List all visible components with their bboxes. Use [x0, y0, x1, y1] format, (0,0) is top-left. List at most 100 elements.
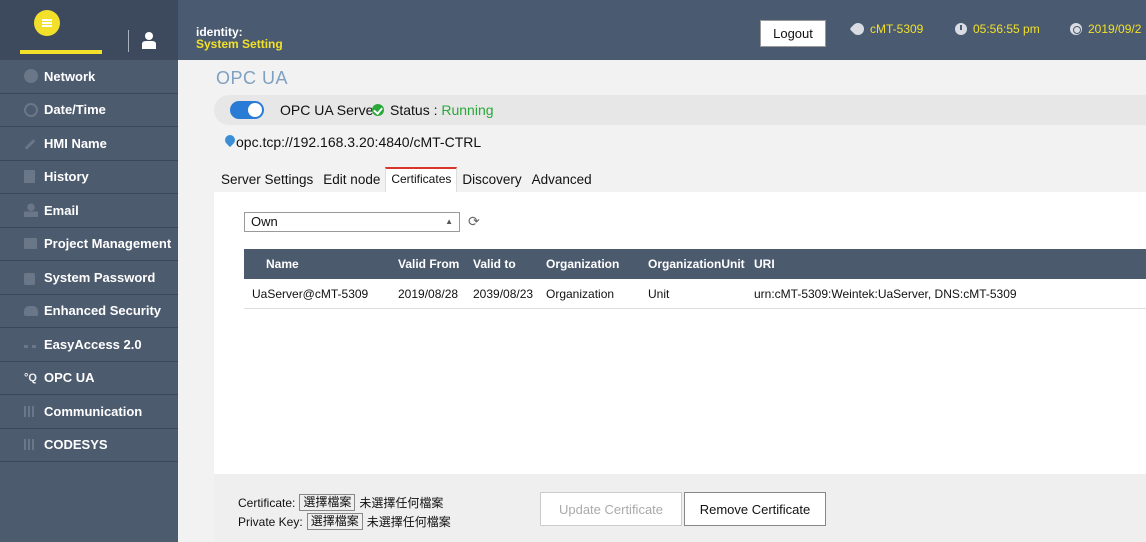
- logout-button[interactable]: Logout: [760, 20, 826, 47]
- header-left-panel: [0, 0, 178, 60]
- server-label: OPC UA Server: [280, 102, 379, 118]
- sidebar-item-history[interactable]: History: [0, 161, 178, 194]
- cell-name: UaServer@cMT-5309: [252, 286, 369, 301]
- status-text: Status : Running: [390, 102, 494, 118]
- opcua-icon: °Q: [24, 371, 37, 384]
- sidebar-item-easyaccess[interactable]: EasyAccess 2.0: [0, 328, 178, 362]
- time-value: 05:56:55 pm: [973, 22, 1040, 36]
- sidebar-item-label: EasyAccess 2.0: [44, 336, 142, 352]
- server-status-bar: OPC UA Server Status : Running: [214, 95, 1146, 125]
- sidebar-item-label: Enhanced Security: [44, 303, 162, 319]
- tab-discovery[interactable]: Discovery: [457, 167, 526, 192]
- identity-value: System Setting: [196, 37, 283, 51]
- private-key-file-status: 未選擇任何檔案: [366, 515, 451, 529]
- col-header-org-unit[interactable]: OrganizationUnit: [648, 257, 754, 271]
- date-value: 2019/09/2: [1088, 22, 1142, 36]
- sidebar-item-system-password[interactable]: System Password: [0, 261, 178, 295]
- tab-server-settings[interactable]: Server Settings: [216, 167, 318, 192]
- sidebar-item-codesys[interactable]: CODESYS: [0, 429, 178, 462]
- remove-certificate-button[interactable]: Remove Certificate: [684, 492, 826, 526]
- sidebar-item-label: CODESYS: [44, 437, 108, 453]
- check-circle-icon: [372, 104, 384, 116]
- sidebar-item-label: Project Management: [44, 236, 172, 252]
- sidebar-item-opc-ua[interactable]: °Q OPC UA: [0, 362, 178, 395]
- tab-edit-node[interactable]: Edit node: [318, 167, 385, 192]
- private-key-label: Private Key:: [238, 514, 303, 529]
- user-icon[interactable]: [142, 31, 156, 49]
- cell-uri: urn:cMT-5309:Weintek:UaServer, DNS:cMT-5…: [754, 286, 1017, 301]
- cell-org-unit: Unit: [648, 286, 670, 301]
- sidebar-item-datetime[interactable]: Date/Time: [0, 94, 178, 127]
- private-key-file-button[interactable]: 選擇檔案: [306, 513, 363, 530]
- update-certificate-button[interactable]: Update Certificate: [540, 492, 682, 526]
- sidebar-item-enhanced-security[interactable]: Enhanced Security: [0, 295, 178, 328]
- caret-up-icon: ▲: [445, 217, 453, 226]
- lock-icon: [24, 272, 35, 285]
- col-header-valid-from[interactable]: Valid From: [398, 257, 473, 271]
- certificate-file-status: 未選擇任何檔案: [359, 496, 444, 510]
- table-header: Name Valid From Valid to Organization Or…: [244, 249, 1146, 279]
- tab-certificates[interactable]: Certificates: [385, 167, 458, 192]
- sidebar-item-label: HMI Name: [44, 135, 107, 151]
- sidebar-item-label: Communication: [44, 403, 143, 419]
- sidebar-item-network[interactable]: Network: [0, 60, 178, 94]
- sidebar-item-label: History: [44, 169, 89, 185]
- device-name-info: cMT-5309: [849, 20, 924, 38]
- col-header-uri[interactable]: URI: [754, 257, 1146, 271]
- cell-valid-from: 2019/08/28: [398, 286, 459, 301]
- endpoint-url: opc.tcp://192.168.3.20:4840/cMT-CTRL: [236, 134, 482, 150]
- server-toggle[interactable]: [230, 101, 264, 119]
- certificate-table: Name Valid From Valid to Organization Or…: [244, 249, 1146, 309]
- sidebar-item-label: Network: [44, 68, 96, 84]
- certificate-label: Certificate:: [238, 495, 296, 510]
- sidebar-item-label: Email: [44, 202, 79, 218]
- date-info: 2019/09/2: [1070, 22, 1141, 36]
- sidebar-item-label: System Password: [44, 269, 156, 285]
- identity-label: identity: System Setting: [196, 26, 283, 50]
- calendar-icon: [1070, 23, 1082, 35]
- status-value: Running: [441, 102, 494, 118]
- col-header-name[interactable]: Name: [244, 257, 398, 271]
- sidebar-item-label: OPC UA: [44, 370, 95, 386]
- tab-bar: Server Settings Edit node Certificates D…: [216, 167, 597, 192]
- sidebar-item-hmi-name[interactable]: HMI Name: [0, 127, 178, 161]
- status-label: Status :: [390, 102, 442, 118]
- person-icon: [24, 203, 38, 218]
- network-icon: [24, 69, 38, 84]
- page-title: OPC UA: [216, 68, 289, 88]
- toggle-knob: [248, 103, 262, 117]
- menu-active-indicator: [20, 50, 102, 54]
- cell-valid-to: 2039/08/23: [473, 286, 534, 301]
- cert-store-value: Own: [251, 214, 278, 229]
- bolt-icon: [24, 340, 36, 349]
- time-info: 05:56:55 pm: [955, 22, 1040, 36]
- hamburger-icon: [42, 19, 52, 27]
- device-name: cMT-5309: [870, 22, 924, 36]
- certificate-footer: Certificate: 選擇檔案 未選擇任何檔案 Private Key: 選…: [214, 474, 1146, 542]
- private-key-file-row: Private Key: 選擇檔案 未選擇任何檔案: [238, 513, 451, 530]
- clock-icon: [955, 23, 967, 35]
- certificates-panel: Own ▲ ⟳ Name Valid From Valid to Organiz…: [214, 192, 1146, 474]
- table-row[interactable]: UaServer@cMT-5309 2019/08/28 2039/08/23 …: [244, 279, 1146, 309]
- col-header-organization[interactable]: Organization: [546, 257, 648, 271]
- sidebar-item-communication[interactable]: Communication: [0, 395, 178, 429]
- sidebar: Network Date/Time HMI Name History Email…: [0, 60, 178, 542]
- certificate-file-button[interactable]: 選擇檔案: [299, 494, 356, 511]
- sidebar-item-project-management[interactable]: Project Management: [0, 228, 178, 261]
- header-divider: [128, 30, 129, 52]
- refresh-icon[interactable]: ⟳: [468, 213, 480, 230]
- sidebar-item-label: Date/Time: [44, 102, 106, 118]
- clock-icon: [24, 102, 38, 117]
- menu-button[interactable]: [34, 10, 60, 36]
- pen-icon: [24, 138, 36, 150]
- certificate-file-row: Certificate: 選擇檔案 未選擇任何檔案: [238, 494, 443, 511]
- tag-icon: [849, 20, 867, 38]
- col-header-valid-to[interactable]: Valid to: [473, 257, 546, 271]
- cell-organization: Organization: [546, 286, 615, 301]
- tab-advanced[interactable]: Advanced: [527, 167, 597, 192]
- location-pin-icon: [222, 132, 238, 148]
- sidebar-item-email[interactable]: Email: [0, 194, 178, 228]
- top-header: identity: System Setting Logout cMT-5309…: [0, 0, 1146, 60]
- cert-store-select[interactable]: Own ▲: [244, 212, 460, 232]
- folder-icon: [24, 238, 37, 250]
